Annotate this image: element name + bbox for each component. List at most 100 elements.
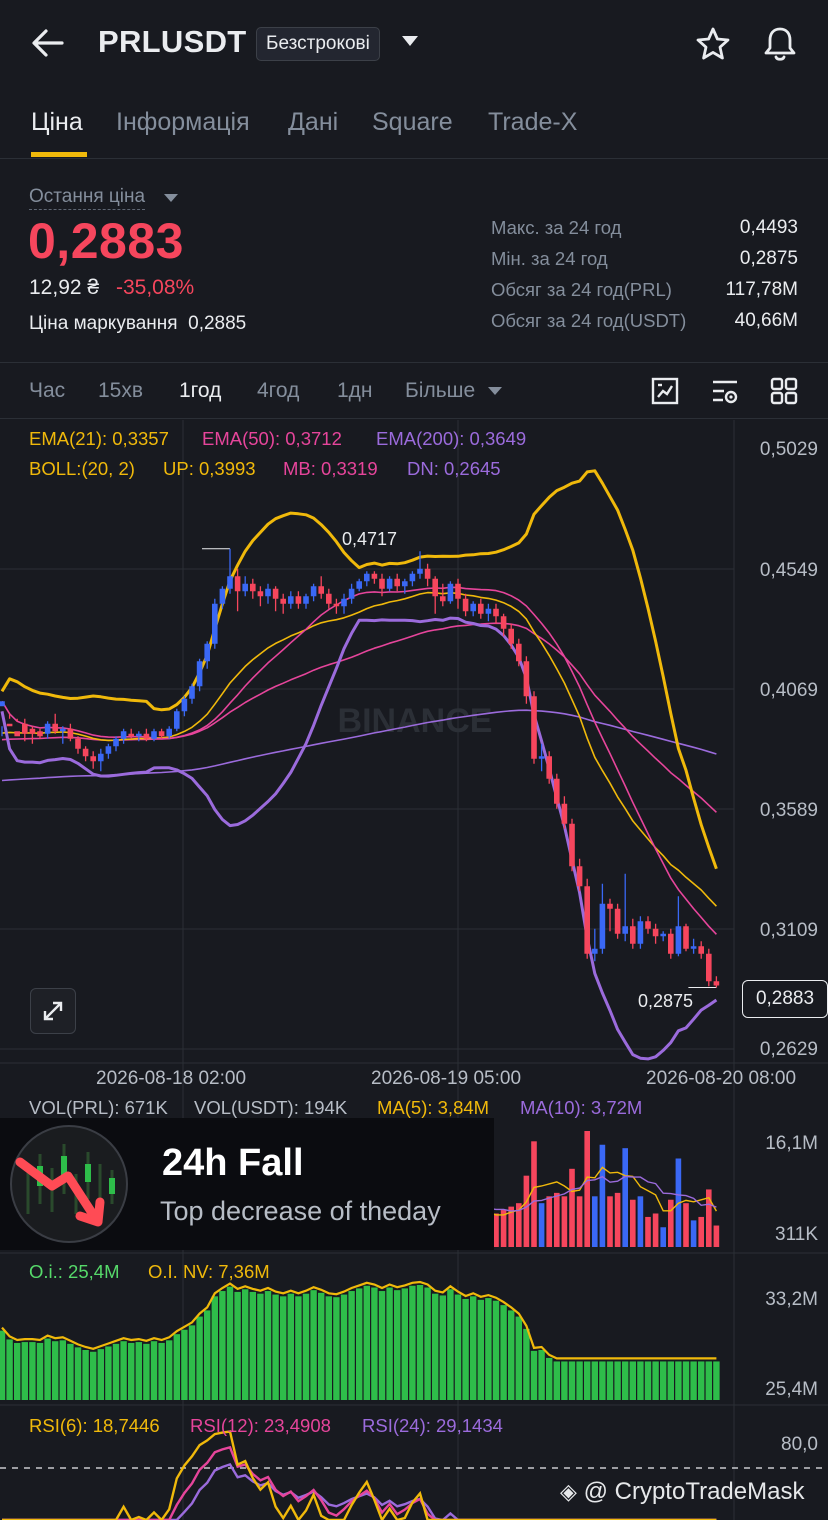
oi-bar xyxy=(310,1290,317,1400)
oi-bar xyxy=(561,1361,568,1400)
mark-price-row: Ціна маркування 0,2885 xyxy=(29,313,246,335)
contract-type-badge[interactable]: Безстрокові xyxy=(256,27,380,61)
candle xyxy=(424,568,431,579)
candle xyxy=(196,661,203,687)
candle xyxy=(265,588,271,597)
y-tick-label: 0,4069 xyxy=(759,680,818,701)
candle xyxy=(288,596,294,604)
oi-bar xyxy=(378,1291,386,1400)
star-icon[interactable] xyxy=(694,25,732,63)
volume-bar xyxy=(554,1192,560,1247)
candle xyxy=(212,603,218,644)
oi-bar xyxy=(158,1342,165,1400)
bell-icon[interactable] xyxy=(760,24,800,64)
tab-price[interactable]: Ціна xyxy=(31,108,83,137)
volume-bar xyxy=(592,1196,598,1247)
candle xyxy=(652,928,659,937)
symbol-title[interactable]: PRLUSDT xyxy=(98,24,247,60)
candle xyxy=(478,603,484,614)
timeframe-1h[interactable]: 1год xyxy=(179,379,221,403)
tab-info[interactable]: Інформація xyxy=(116,108,250,137)
oi-bar xyxy=(128,1342,135,1400)
arrow-left-icon[interactable] xyxy=(30,26,66,60)
candle xyxy=(166,728,172,737)
tab-square[interactable]: Square xyxy=(372,108,453,137)
price-chart[interactable]: BINANCE xyxy=(0,420,828,1520)
candle xyxy=(493,608,499,617)
candle xyxy=(75,738,81,749)
candle xyxy=(660,933,666,937)
oi-bar xyxy=(272,1294,279,1400)
volume-bar xyxy=(599,1144,606,1247)
oi-bar xyxy=(82,1350,89,1400)
price-change-percent: -35,08% xyxy=(116,276,195,299)
candle xyxy=(44,723,51,734)
oi-bar xyxy=(462,1298,469,1400)
candle xyxy=(341,598,347,607)
oi-y-tick: 33,2M xyxy=(765,1289,818,1310)
candle xyxy=(128,733,134,737)
candle xyxy=(470,603,476,612)
oi-bar xyxy=(166,1340,173,1400)
fiat-price: 12,92 ₴ xyxy=(29,276,100,299)
tab-data[interactable]: Дані xyxy=(288,108,338,137)
oi-bar xyxy=(705,1361,712,1400)
timeframe-15m[interactable]: 15хв xyxy=(98,379,143,403)
ema21-legend: EMA(21): 0,3357 xyxy=(29,428,169,449)
oi-bar xyxy=(14,1342,21,1400)
candle xyxy=(500,616,507,629)
oi-bar xyxy=(652,1361,659,1400)
timeframe-1d[interactable]: 1дн xyxy=(337,379,373,403)
oi-bar xyxy=(637,1361,644,1400)
fall-notification-toast[interactable]: 24h Fall Top decrease of theday xyxy=(0,1118,494,1250)
oi-bar xyxy=(546,1357,553,1400)
chart-style-icon[interactable] xyxy=(650,376,680,406)
oi-bar xyxy=(538,1350,545,1400)
oi-bar xyxy=(67,1343,74,1400)
oi-y-tick: 25,4M xyxy=(765,1379,818,1400)
timeframe-4h[interactable]: 4год xyxy=(257,379,299,403)
candle xyxy=(364,573,370,582)
grid-layout-icon[interactable] xyxy=(769,376,799,406)
volume-bar xyxy=(683,1203,689,1247)
indicator-settings-icon[interactable] xyxy=(710,376,740,406)
symbol-dropdown-caret-icon[interactable] xyxy=(402,36,418,46)
volume-bar xyxy=(690,1220,697,1247)
oi-bar xyxy=(667,1361,674,1400)
oi-bar xyxy=(386,1287,393,1400)
candle xyxy=(516,643,522,662)
oi-bar xyxy=(340,1294,348,1400)
expand-chart-button[interactable] xyxy=(30,988,76,1034)
ema50-legend: EMA(50): 0,3712 xyxy=(202,428,342,449)
timeframe-more[interactable]: Більше xyxy=(405,379,475,403)
last-price-label[interactable]: Остання ціна xyxy=(29,186,146,210)
vol-ma5-legend: MA(5): 3,84M xyxy=(377,1097,490,1118)
tab-trade-x[interactable]: Trade-X xyxy=(488,108,577,137)
candle xyxy=(52,723,58,732)
volume-bar xyxy=(523,1175,530,1247)
oi-bar xyxy=(52,1341,59,1400)
candle xyxy=(668,933,674,954)
oi-bar xyxy=(622,1361,629,1400)
rsi6-legend: RSI(6): 18,7446 xyxy=(29,1415,160,1436)
candle xyxy=(371,573,378,579)
oi-bar xyxy=(59,1340,66,1400)
volume-bar xyxy=(569,1168,575,1247)
volume-bar xyxy=(614,1192,621,1247)
oi-bar xyxy=(682,1361,690,1400)
oi-bar xyxy=(348,1291,355,1400)
candle xyxy=(250,583,256,592)
chevron-down-icon[interactable] xyxy=(488,387,502,395)
oi-bar xyxy=(325,1296,332,1400)
volume-bar xyxy=(622,1148,628,1247)
chevron-down-icon[interactable] xyxy=(164,194,178,202)
oi-bar xyxy=(675,1361,682,1400)
oi-bar xyxy=(249,1291,256,1400)
candle xyxy=(645,921,651,929)
y-tick-label: 0,4549 xyxy=(759,560,818,581)
oi-bar xyxy=(120,1341,127,1400)
timeframe-time[interactable]: Час xyxy=(29,379,65,403)
volume-bar xyxy=(698,1216,704,1247)
candle xyxy=(546,756,552,779)
low-price-label: 0,2875 xyxy=(638,991,694,1011)
